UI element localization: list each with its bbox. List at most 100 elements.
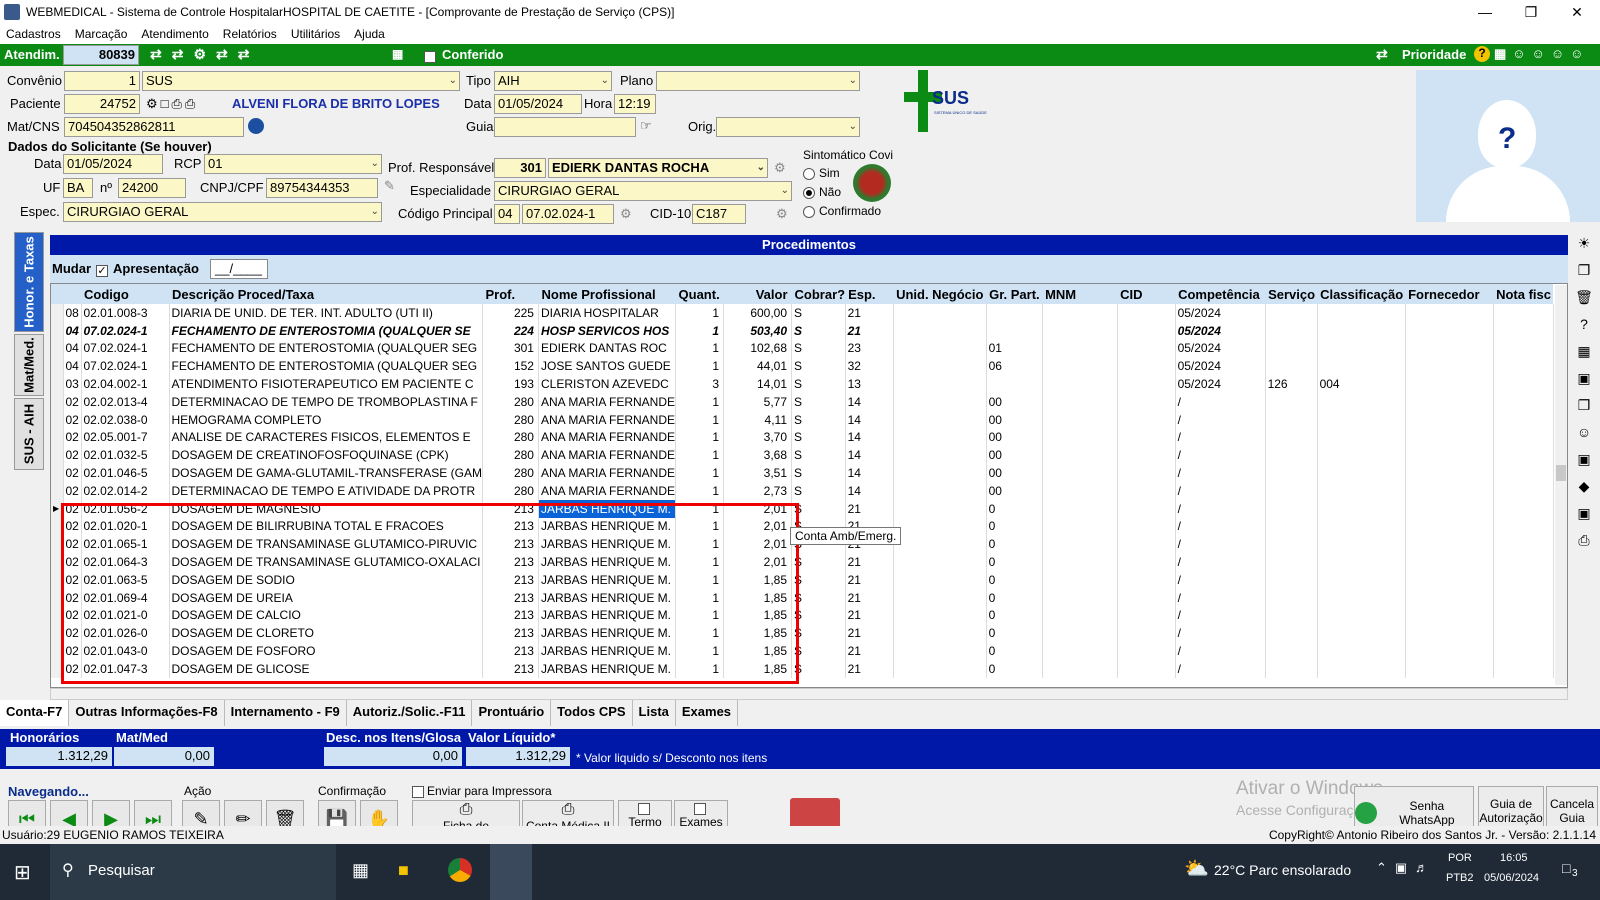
sun-icon[interactable]: ☀ bbox=[1572, 231, 1596, 255]
table-row[interactable]: 02 02.02.038-0 HEMOGRAMA COMPLETO 280 ANA MA… bbox=[51, 410, 1554, 429]
col-cid[interactable]: CID bbox=[1117, 284, 1176, 304]
menu-relatorios[interactable]: Relatórios bbox=[217, 27, 285, 41]
covid-nao-radio[interactable]: Não bbox=[803, 185, 841, 199]
scroll-thumb[interactable] bbox=[1556, 465, 1566, 481]
printer-icon[interactable]: ⎙ bbox=[1572, 528, 1596, 552]
prof-resp-code[interactable]: 301 bbox=[494, 158, 546, 178]
search-code-icon[interactable]: ⚙ bbox=[620, 206, 632, 222]
file-explorer-icon[interactable]: ■ bbox=[398, 860, 409, 881]
table-row[interactable]: 02 02.01.063-5 DOSAGEM DE SODIO 213 JARBAS H… bbox=[51, 570, 1554, 589]
apresentacao-checkbox[interactable]: ✓ bbox=[96, 262, 111, 277]
col-servico[interactable]: Serviço bbox=[1265, 284, 1318, 304]
col-cobrar[interactable]: Cobrar? bbox=[791, 284, 846, 304]
vertical-scrollbar[interactable] bbox=[1555, 285, 1567, 685]
uf-field[interactable]: BA bbox=[63, 178, 93, 198]
clock-date[interactable]: 05/06/2024 bbox=[1484, 872, 1539, 884]
col-competencia[interactable]: Competência bbox=[1175, 284, 1266, 304]
tray-icons[interactable]: ⌃▣♬ bbox=[1376, 860, 1436, 876]
col-nota[interactable]: Nota fisc bbox=[1493, 284, 1554, 304]
paciente-action-icons[interactable]: ⚙□⎙⎙ bbox=[146, 96, 198, 112]
col-quant[interactable]: Quant. bbox=[675, 284, 724, 304]
tab-sus-aih[interactable]: SUS - AIH bbox=[14, 398, 44, 470]
codigo-principal-b[interactable]: 07.02.024-1 bbox=[522, 204, 614, 224]
table-row[interactable]: 02 02.01.026-0 DOSAGEM DE CLORETO 213 JARBAS… bbox=[51, 624, 1554, 643]
clock-time[interactable]: 16:05 bbox=[1500, 852, 1528, 864]
menu-cadastros[interactable]: Cadastros bbox=[0, 27, 69, 41]
help-icon[interactable]: ? bbox=[1474, 46, 1490, 62]
windows-start-icon[interactable]: ⊞ bbox=[14, 860, 31, 885]
task-view-icon[interactable]: ▦ bbox=[352, 860, 369, 881]
table-row[interactable]: 02 02.02.014-2 DETERMINACAO DE TEMPO E ATI… bbox=[51, 481, 1554, 500]
horizontal-scrollbar[interactable] bbox=[50, 688, 1568, 700]
table-row[interactable]: 08 02.01.008-3 DIARIA DE UNID. DE TER. INT… bbox=[51, 304, 1554, 322]
pen-icon[interactable]: ✎ bbox=[384, 178, 395, 194]
lang2-label[interactable]: PTB2 bbox=[1446, 872, 1474, 884]
toolbar-icons[interactable]: ⇄⇄⚙⇄⇄ bbox=[150, 46, 259, 63]
n-field[interactable]: 24200 bbox=[118, 178, 186, 198]
rcp-select[interactable]: 01 ⌄ bbox=[204, 154, 382, 174]
search-prof-icon[interactable]: ⚙ bbox=[774, 160, 786, 176]
hora-field[interactable]: 12:19 bbox=[614, 94, 656, 114]
col-mnm[interactable]: MNM bbox=[1042, 284, 1118, 304]
convenio-select[interactable]: SUS ⌄ bbox=[142, 71, 460, 91]
help-icon-right[interactable]: ? bbox=[1572, 312, 1596, 336]
webmedical-task-icon[interactable] bbox=[490, 844, 532, 900]
weather-text[interactable]: 22°C Parc ensolarado bbox=[1214, 862, 1351, 878]
covid-sim-radio[interactable]: Sim bbox=[803, 166, 840, 180]
calendar-icon[interactable]: ▦ bbox=[1572, 339, 1596, 363]
especialidade-select[interactable]: CIRURGIAO GERAL ⌄ bbox=[494, 181, 792, 201]
prof-resp-select[interactable]: EDIERK DANTAS ROCHA ⌄ bbox=[548, 158, 768, 178]
col-valor[interactable]: Valor bbox=[723, 284, 792, 304]
table-row[interactable]: 02 02.01.064-3 DOSAGEM DE TRANSAMINASE GLU… bbox=[51, 553, 1554, 571]
transfer-icon[interactable]: ⇄ bbox=[1376, 46, 1388, 63]
lang-label[interactable]: POR bbox=[1448, 852, 1472, 864]
paciente-code-field[interactable]: 24752 bbox=[64, 94, 140, 114]
trash-icon[interactable]: 🗑 bbox=[1572, 285, 1596, 309]
enviar-checkbox[interactable]: Enviar para Impressora bbox=[412, 784, 552, 798]
notification-icon[interactable]: □ bbox=[1562, 860, 1570, 876]
col-esp[interactable]: Esp. bbox=[845, 284, 894, 304]
conferido-checkbox[interactable] bbox=[424, 48, 439, 63]
col-descricao[interactable]: Descrição Proced/Taxa bbox=[169, 284, 483, 304]
close-button[interactable]: ✕ bbox=[1554, 0, 1600, 24]
table-row[interactable]: 02 02.02.013-4 DETERMINACAO DE TEMPO DE TR… bbox=[51, 392, 1554, 411]
guia-field[interactable] bbox=[494, 117, 636, 137]
col-classificacao[interactable]: Classificação bbox=[1317, 284, 1406, 304]
table-row[interactable]: 02 02.01.021-0 DOSAGEM DE CALCIO 213 JARBAS … bbox=[51, 606, 1554, 625]
matcns-field[interactable]: 704504352862811 bbox=[64, 117, 244, 137]
display-icon[interactable]: ▣ bbox=[1572, 501, 1596, 525]
tab-lista[interactable]: Lista bbox=[633, 700, 676, 726]
people-icon[interactable]: ☺ bbox=[1572, 420, 1596, 444]
plano-select[interactable]: ⌄ bbox=[656, 71, 860, 91]
table-row[interactable]: 04 07.02.024-1 FECHAMENTO DE ENTEROSTOMIA … bbox=[51, 321, 1554, 340]
orig-select[interactable]: ⌄ bbox=[716, 117, 860, 137]
tab-exames[interactable]: Exames bbox=[676, 700, 739, 726]
table-row[interactable]: 02 02.01.043-0 DOSAGEM DE FOSFORO 213 JARBAS… bbox=[51, 642, 1554, 660]
tab-autoriz[interactable]: Autoriz./Solic.-F11 bbox=[347, 700, 473, 726]
apresentacao-field[interactable]: __/____ bbox=[210, 259, 268, 279]
table-row[interactable]: 03 02.04.002-1 ATENDIMENTO FISIOTERAPEUTIC… bbox=[51, 375, 1554, 393]
copy-icon[interactable]: ❐ bbox=[1572, 258, 1596, 282]
covid-confirmado-radio[interactable]: Confirmado bbox=[803, 204, 881, 218]
table-row[interactable]: 02 02.01.046-5 DOSAGEM DE GAMA-GLUTAMIL-TR… bbox=[51, 464, 1554, 482]
cnpj-field[interactable]: 89754344353 bbox=[266, 178, 378, 198]
col-nome[interactable]: Nome Profissional bbox=[538, 284, 676, 304]
maximize-button[interactable]: ❐ bbox=[1508, 0, 1554, 24]
tab-internamento[interactable]: Internamento - F9 bbox=[225, 700, 347, 726]
menu-ajuda[interactable]: Ajuda bbox=[348, 27, 393, 41]
quick-icons[interactable]: ▦☺☺☺☺ bbox=[1494, 46, 1589, 62]
tab-matmed[interactable]: Mat/Med. bbox=[14, 334, 44, 396]
espec-select[interactable]: CIRURGIAO GERAL ⌄ bbox=[63, 202, 382, 222]
globe-icon[interactable] bbox=[248, 118, 264, 134]
data-field[interactable]: 01/05/2024 bbox=[494, 94, 582, 114]
menu-atendimento[interactable]: Atendimento bbox=[135, 27, 216, 41]
codigo-principal-a[interactable]: 04 bbox=[494, 204, 520, 224]
col-fornecedor[interactable]: Fornecedor bbox=[1405, 284, 1494, 304]
screen-icon[interactable]: ▣ bbox=[1572, 447, 1596, 471]
col-grpart[interactable]: Gr. Part. bbox=[986, 284, 1043, 304]
calculator-icon[interactable]: ▦ bbox=[392, 47, 403, 61]
tab-honor-taxas[interactable]: Honor. e Taxas bbox=[14, 232, 44, 332]
table-row[interactable]: 02 02.05.001-7 ANALISE DE CARACTERES FISIC… bbox=[51, 428, 1554, 447]
table-row[interactable]: 02 02.01.069-4 DOSAGEM DE UREIA 213 JARBAS H… bbox=[51, 588, 1554, 607]
table-row[interactable]: 04 07.02.024-1 FECHAMENTO DE ENTEROSTOMIA … bbox=[51, 357, 1554, 376]
